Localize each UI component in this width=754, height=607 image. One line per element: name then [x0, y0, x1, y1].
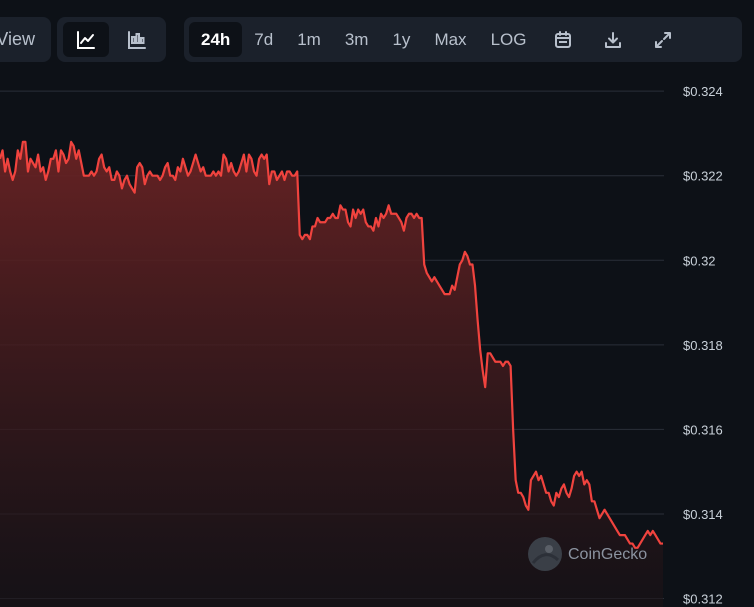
y-axis-tick-labels: $0.324 $0.322 $0.32 $0.318 $0.316 $0.314 $0.31…	[683, 84, 723, 606]
y-tick-label: $0.318	[683, 338, 723, 353]
y-tick-label: $0.316	[683, 422, 723, 437]
y-tick-label: $0.324	[683, 84, 723, 99]
price-chart[interactable]: $0.324 $0.322 $0.32 $0.318 $0.316 $0.314 $0.31…	[0, 0, 754, 607]
watermark-text: CoinGecko	[568, 546, 647, 563]
y-tick-label: $0.312	[683, 592, 723, 607]
coingecko-logo-eye-icon	[545, 545, 553, 553]
y-tick-label: $0.322	[683, 169, 723, 184]
price-area-fill	[0, 141, 663, 607]
y-tick-label: $0.32	[683, 253, 716, 268]
y-tick-label: $0.314	[683, 507, 723, 522]
